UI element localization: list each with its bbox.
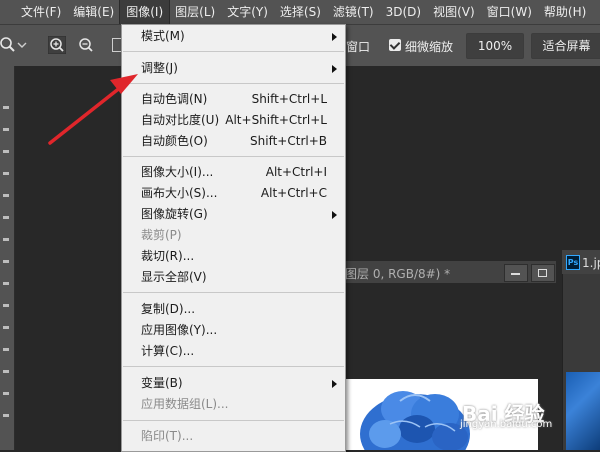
menu-item-auto-contrast[interactable]: 自动对比度(U) Alt+Shift+Ctrl+L — [122, 110, 345, 131]
menu-separator — [123, 51, 344, 52]
tool-icon[interactable] — [3, 304, 9, 307]
resize-window-label: 窗口 — [346, 40, 371, 54]
menu-item-crop: 裁剪(P) — [122, 225, 345, 246]
menu-bar: 文件(F) 编辑(E) 图像(I) 图层(L) 文字(Y) 选择(S) 滤镜(T… — [0, 0, 600, 25]
menu-item-shortcut: Shift+Ctrl+B — [250, 134, 327, 148]
menu-item-label: 自动色调(N) — [141, 92, 208, 106]
tool-icon[interactable] — [3, 326, 9, 329]
menu-item-label: 显示全部(V) — [141, 270, 207, 284]
menu-item-label: 画布大小(S)... — [141, 186, 218, 200]
maximize-icon[interactable] — [531, 264, 555, 282]
menu-item-label: 变量(B) — [141, 376, 183, 390]
tool-icon[interactable] — [3, 348, 9, 351]
menu-help[interactable]: 帮助(H) — [538, 0, 592, 24]
menu-item-auto-color[interactable]: 自动颜色(O) Shift+Ctrl+B — [122, 131, 345, 152]
menu-item-adjust[interactable]: 调整(J) — [122, 58, 345, 79]
menu-item-label: 应用数据组(L)... — [141, 397, 229, 411]
menu-item-shortcut: Alt+Ctrl+I — [265, 165, 327, 179]
menu-item-mode[interactable]: 模式(M) — [122, 26, 345, 47]
menu-item-shortcut: Alt+Shift+Ctrl+L — [225, 113, 327, 127]
menu-type[interactable]: 文字(Y) — [221, 0, 274, 24]
menu-item-trim[interactable]: 裁切(R)... — [122, 246, 345, 267]
menu-layer[interactable]: 图层(L) — [169, 0, 221, 24]
menu-item-label: 裁剪(P) — [141, 228, 182, 242]
menu-item-shortcut: Shift+Ctrl+L — [251, 92, 327, 106]
menu-item-image-rotation[interactable]: 图像旋转(G) — [122, 204, 345, 225]
tool-icon[interactable] — [3, 172, 9, 175]
menu-select[interactable]: 选择(S) — [274, 0, 327, 24]
menu-item-label: 应用图像(Y)... — [141, 323, 218, 337]
tool-icon[interactable] — [3, 194, 9, 197]
menu-item-label: 复制(D)... — [141, 302, 196, 316]
submenu-arrow-icon — [332, 33, 337, 41]
menu-item-label: 图像旋转(G) — [141, 207, 208, 221]
tool-icon[interactable] — [3, 414, 9, 417]
fit-screen-button[interactable]: 适合屏幕 — [531, 33, 600, 59]
menu-item-label: 模式(M) — [141, 29, 185, 43]
image-menu-dropdown: 模式(M) 调整(J) 自动色调(N) Shift+Ctrl+L 自动对比度(U… — [121, 24, 346, 452]
submenu-arrow-icon — [332, 380, 337, 388]
baidu-watermark-url: jingyan.baidu.com — [460, 419, 553, 430]
menu-item-label: 自动对比度(U) — [141, 113, 220, 127]
menu-item-image-size[interactable]: 图像大小(I)... Alt+Ctrl+I — [122, 162, 345, 183]
document-tab-label: 图层 0, RGB/8#) * — [345, 267, 451, 281]
menu-3d[interactable]: 3D(D) — [380, 0, 427, 24]
chevron-down-icon[interactable] — [16, 36, 28, 54]
tool-icon[interactable] — [3, 216, 9, 219]
scrubby-zoom-label: 细微缩放 — [405, 40, 454, 54]
menu-item-canvas-size[interactable]: 画布大小(S)... Alt+Ctrl+C — [122, 183, 345, 204]
submenu-arrow-icon — [332, 211, 337, 219]
menu-item-duplicate[interactable]: 复制(D)... — [122, 299, 345, 320]
menu-item-auto-tone[interactable]: 自动色调(N) Shift+Ctrl+L — [122, 89, 345, 110]
tool-icon[interactable] — [3, 260, 9, 263]
menu-item-trap: 陷印(T)... — [122, 426, 345, 447]
menu-separator — [123, 83, 344, 84]
menu-view[interactable]: 视图(V) — [427, 0, 481, 24]
menu-window[interactable]: 窗口(W) — [481, 0, 538, 24]
second-document-tab-label: 1.jp — [582, 256, 600, 270]
menu-image[interactable]: 图像(I) — [119, 0, 171, 25]
scrubby-zoom-checkbox[interactable] — [389, 39, 401, 51]
menu-item-calculations[interactable]: 计算(C)... — [122, 341, 345, 362]
menu-item-label: 裁切(R)... — [141, 249, 195, 263]
menu-item-label: 调整(J) — [141, 61, 178, 75]
menu-separator — [123, 420, 344, 421]
menu-file[interactable]: 文件(F) — [0, 0, 67, 24]
menu-item-apply-image[interactable]: 应用图像(Y)... — [122, 320, 345, 341]
menu-separator — [123, 292, 344, 293]
zoom-100-button[interactable]: 100% — [466, 33, 524, 59]
tools-panel — [0, 66, 15, 450]
menu-item-label: 计算(C)... — [141, 344, 195, 358]
second-document-image — [566, 372, 600, 450]
ps-file-icon: Ps — [566, 255, 580, 270]
tool-icon[interactable] — [3, 370, 9, 373]
menu-item-variables[interactable]: 变量(B) — [122, 373, 345, 394]
tool-icon[interactable] — [3, 106, 9, 109]
menu-item-apply-data-set: 应用数据组(L)... — [122, 394, 345, 415]
menu-item-reveal-all[interactable]: 显示全部(V) — [122, 267, 345, 288]
menu-item-label: 陷印(T)... — [141, 429, 194, 443]
tool-icon[interactable] — [3, 238, 9, 241]
submenu-arrow-icon — [332, 65, 337, 73]
menu-separator — [123, 366, 344, 367]
menu-item-label: 自动颜色(O) — [141, 134, 208, 148]
zoom-in-icon[interactable] — [48, 36, 66, 54]
tool-icon[interactable] — [3, 150, 9, 153]
menu-separator — [123, 156, 344, 157]
minimize-icon[interactable] — [504, 264, 528, 282]
zoom-out-icon[interactable] — [77, 36, 95, 54]
tool-icon[interactable] — [3, 282, 9, 285]
menu-item-label: 图像大小(I)... — [141, 165, 214, 179]
menu-item-shortcut: Alt+Ctrl+C — [260, 186, 327, 200]
menu-edit[interactable]: 编辑(E) — [67, 0, 120, 24]
menu-filter[interactable]: 滤镜(T) — [327, 0, 380, 24]
document-tab[interactable]: 图层 0, RGB/8#) * — [344, 261, 556, 283]
tool-icon[interactable] — [3, 128, 9, 131]
tool-icon[interactable] — [3, 392, 9, 395]
